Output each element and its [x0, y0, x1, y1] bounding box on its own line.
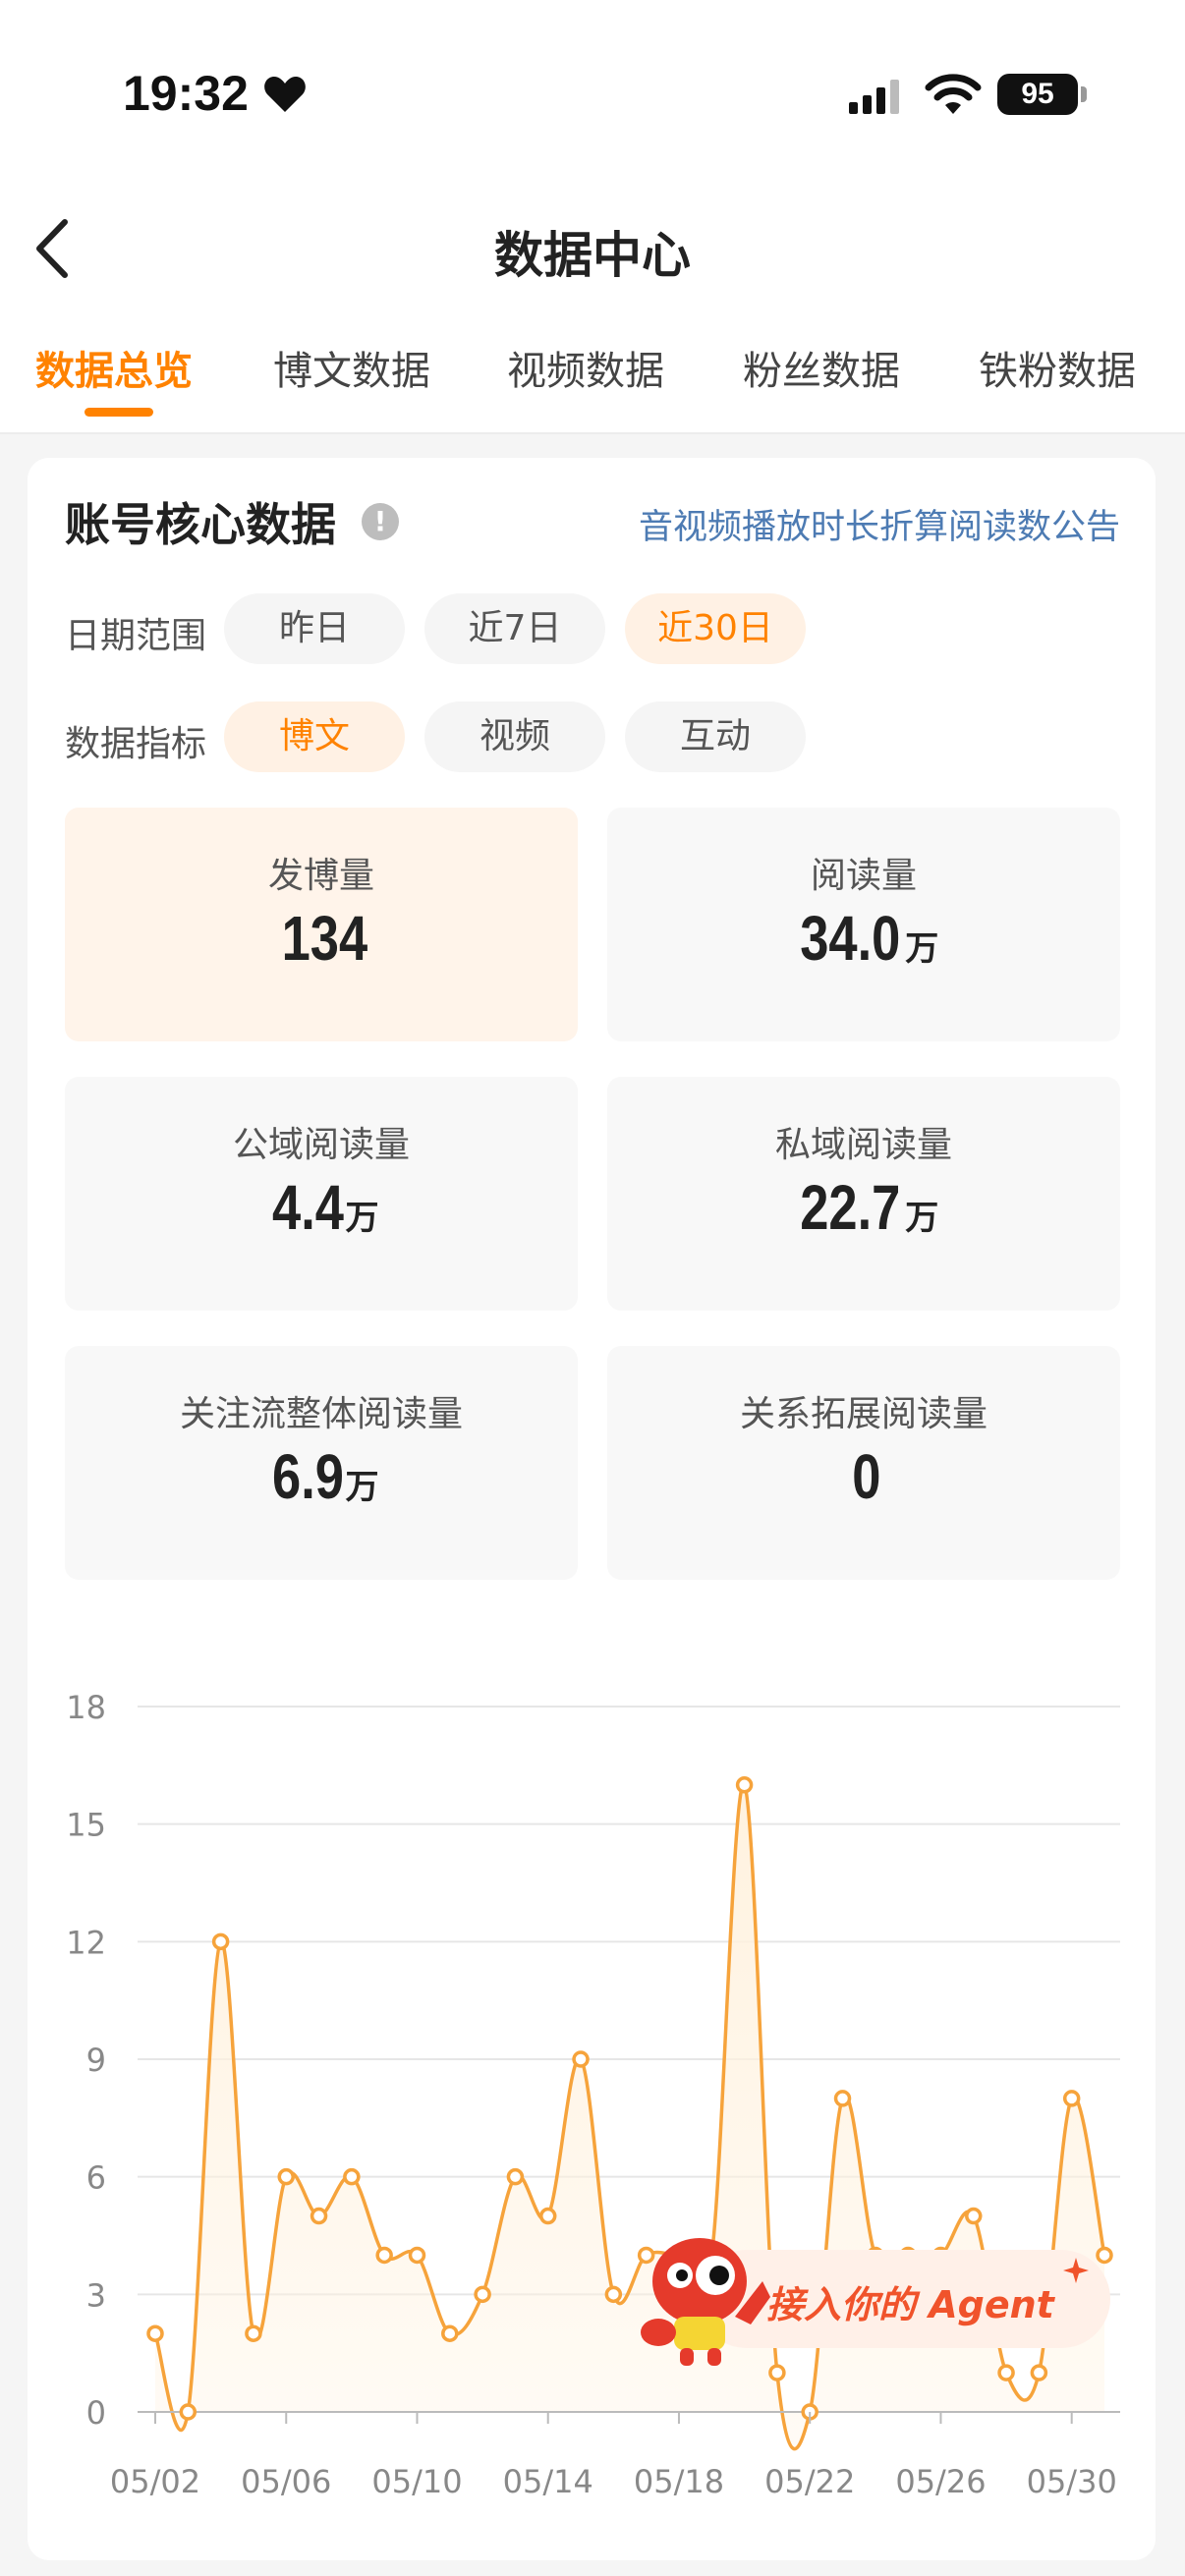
data-point — [1030, 2364, 1048, 2381]
data-point — [506, 2167, 525, 2186]
data-point — [179, 2403, 198, 2421]
data-point — [375, 2246, 393, 2265]
data-point — [572, 2050, 590, 2068]
x-tick-label: 05/06 — [241, 2463, 331, 2500]
data-point — [277, 2167, 295, 2186]
x-tick-label: 05/30 — [1027, 2463, 1117, 2500]
data-point — [408, 2246, 426, 2265]
agent-text: 接入你的 Agent — [766, 2283, 1054, 2326]
data-point — [1062, 2090, 1081, 2107]
data-point — [604, 2285, 623, 2304]
x-tick-label: 05/10 — [371, 2463, 462, 2500]
y-tick-label: 12 — [66, 1924, 106, 1961]
x-tick-label: 05/14 — [503, 2463, 593, 2500]
sparkle-icon — [1063, 2258, 1089, 2283]
data-point — [735, 1776, 754, 1794]
y-tick-label: 18 — [66, 1689, 106, 1726]
data-point — [245, 2324, 262, 2342]
x-tick-label: 05/22 — [764, 2463, 855, 2500]
x-tick-label: 05/18 — [634, 2463, 724, 2500]
data-point — [343, 2167, 361, 2186]
y-tick-label: 9 — [86, 2042, 106, 2079]
data-point — [310, 2207, 328, 2225]
y-tick-label: 6 — [86, 2159, 106, 2197]
x-tick-label: 05/02 — [110, 2463, 200, 2500]
data-point — [833, 2090, 852, 2107]
agent-badge[interactable]: 接入你的 Agent — [629, 2222, 1125, 2366]
mascot-icon — [641, 2238, 770, 2366]
data-point — [965, 2207, 983, 2225]
data-point — [441, 2324, 459, 2342]
data-point — [538, 2207, 557, 2225]
y-tick-label: 15 — [66, 1807, 106, 1844]
data-point — [146, 2324, 164, 2342]
data-point — [997, 2364, 1015, 2381]
x-tick-label: 05/26 — [895, 2463, 986, 2500]
trend-chart[interactable]: 0 3 6 9 12 15 18 05/02 05/06 05/10 05/14 05/18 05/22… — [0, 0, 1185, 2576]
y-tick-label: 0 — [86, 2394, 106, 2432]
data-point — [211, 1932, 230, 1951]
y-tick-label: 3 — [86, 2276, 106, 2314]
data-point — [474, 2285, 491, 2304]
